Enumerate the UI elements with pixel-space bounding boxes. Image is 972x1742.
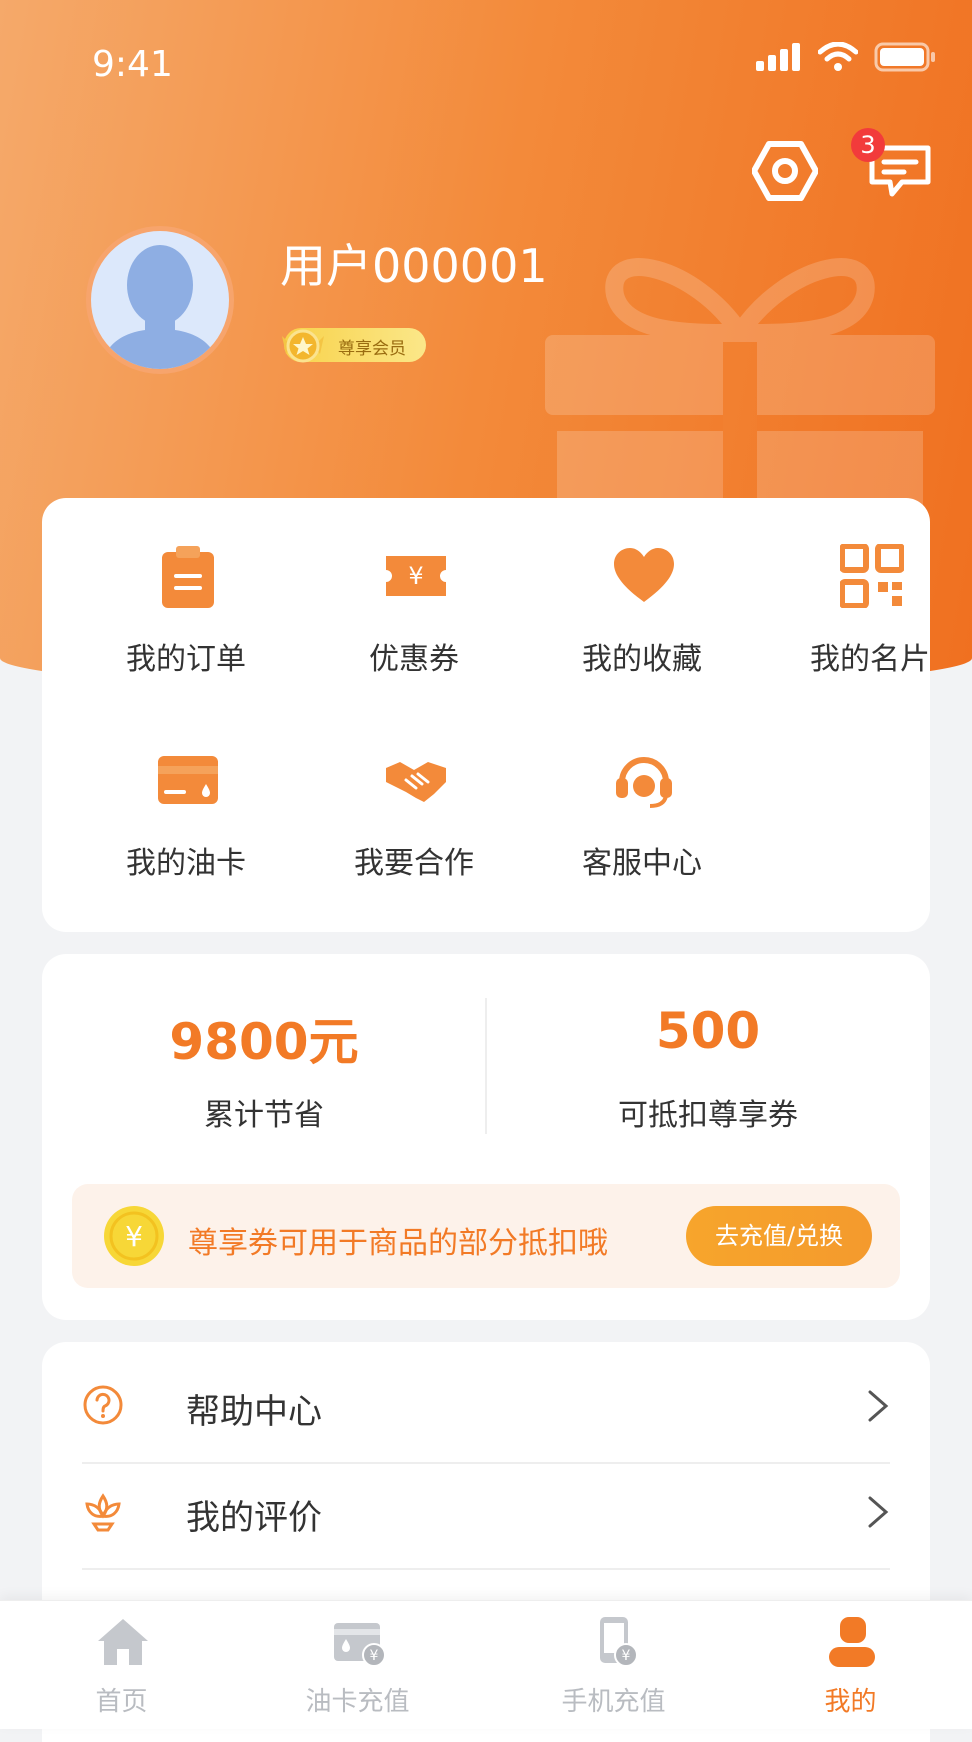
medal-icon bbox=[282, 329, 324, 363]
settings-icon[interactable] bbox=[752, 138, 818, 204]
member-level-label: 尊享会员 bbox=[338, 339, 406, 359]
headset-icon bbox=[616, 757, 672, 808]
username: 用户000001 bbox=[280, 239, 548, 293]
clipboard-icon bbox=[162, 546, 214, 608]
coupon-tip-text: 尊享券可用于商品的部分抵扣哦 bbox=[188, 1226, 608, 1261]
phone-icon: ¥ bbox=[600, 1617, 638, 1667]
chevron-right-icon bbox=[868, 1390, 889, 1422]
tab-fuel-card-recharge[interactable]: ¥ 油卡充值 bbox=[236, 1601, 479, 1729]
grid-item-coupons[interactable]: ¥ 优惠券 bbox=[300, 498, 528, 678]
card-icon bbox=[158, 756, 218, 804]
grid-item-business-card[interactable]: 我的名片 bbox=[756, 498, 972, 678]
grid-item-label: 客服中心 bbox=[582, 846, 702, 881]
tab-label: 首页 bbox=[95, 1687, 148, 1717]
coupon-count-label: 可抵扣尊享券 bbox=[618, 1098, 798, 1133]
grid-item-label: 我的油卡 bbox=[126, 846, 246, 881]
home-icon bbox=[98, 1619, 148, 1665]
grid-item-label: 我要合作 bbox=[354, 846, 474, 881]
message-count-badge: 3 bbox=[851, 128, 885, 162]
fuel-card-icon: ¥ bbox=[334, 1623, 386, 1667]
grid-item-fuel-card[interactable]: 我的油卡 bbox=[72, 702, 300, 882]
grid-item-favorites[interactable]: 我的收藏 bbox=[528, 498, 756, 678]
member-badge[interactable]: 尊享会员 bbox=[282, 328, 426, 363]
bottom-tab-bar: 首页 ¥ 油卡充值 ¥ 手机充值 我的 bbox=[0, 1600, 972, 1729]
status-icons bbox=[756, 42, 936, 72]
grid-item-label: 我的名片 bbox=[810, 642, 930, 677]
grid-item-cooperation[interactable]: 我要合作 bbox=[300, 702, 528, 882]
handshake-icon bbox=[386, 762, 446, 802]
svg-text:¥: ¥ bbox=[408, 562, 423, 590]
tab-home[interactable]: 首页 bbox=[0, 1601, 243, 1729]
status-time: 9:41 bbox=[92, 44, 173, 85]
qrcode-icon bbox=[840, 544, 904, 608]
saved-amount-value: 9800元 bbox=[169, 1013, 359, 1071]
grid-item-customer-service[interactable]: 客服中心 bbox=[528, 702, 756, 882]
list-item-my-reviews[interactable]: 我的评价 bbox=[82, 1458, 890, 1562]
heart-icon bbox=[614, 548, 674, 602]
wifi-icon bbox=[818, 42, 858, 71]
tab-label: 手机充值 bbox=[561, 1687, 666, 1717]
yen-coin-icon: ¥ bbox=[104, 1206, 164, 1266]
coupon-icon: ¥ bbox=[386, 556, 446, 596]
list-item-label: 我的评价 bbox=[186, 1498, 322, 1538]
question-circle-icon bbox=[83, 1385, 123, 1425]
battery-icon bbox=[874, 42, 935, 72]
svg-text:¥: ¥ bbox=[622, 1648, 631, 1664]
list-item-label: 帮助中心 bbox=[186, 1392, 322, 1432]
avatar[interactable] bbox=[86, 226, 234, 374]
user-icon bbox=[829, 1617, 875, 1667]
tab-mine[interactable]: 我的 bbox=[729, 1601, 972, 1729]
shortcut-grid: 我的订单 ¥ 优惠券 我的收藏 我的名片 我的油卡 我要合作 客服中心 bbox=[42, 498, 930, 932]
coupon-count-value: 500 bbox=[655, 1002, 761, 1060]
recharge-exchange-button[interactable]: 去充值/兑换 bbox=[686, 1206, 872, 1266]
user-silhouette-icon bbox=[101, 245, 219, 369]
savings-card: 9800元 累计节省 500 可抵扣尊享券 ¥ 尊享券可用于商品的部分抵扣哦 去… bbox=[42, 954, 930, 1320]
svg-text:¥: ¥ bbox=[125, 1220, 143, 1253]
tab-label: 我的 bbox=[824, 1687, 877, 1717]
list-divider bbox=[82, 1568, 890, 1570]
saved-amount-label: 累计节省 bbox=[204, 1098, 324, 1133]
grid-item-label: 优惠券 bbox=[369, 642, 459, 677]
grid-item-orders[interactable]: 我的订单 bbox=[72, 498, 300, 678]
svg-text:¥: ¥ bbox=[370, 1648, 379, 1664]
chevron-right-icon bbox=[868, 1496, 889, 1528]
coupon-tip-bar: ¥ 尊享券可用于商品的部分抵扣哦 去充值/兑换 bbox=[72, 1184, 900, 1288]
cellular-signal-icon bbox=[756, 43, 800, 71]
tab-phone-recharge[interactable]: ¥ 手机充值 bbox=[492, 1601, 735, 1729]
flower-icon bbox=[85, 1493, 121, 1532]
grid-item-label: 我的订单 bbox=[126, 642, 246, 677]
tab-label: 油卡充值 bbox=[305, 1687, 410, 1717]
grid-item-label: 我的收藏 bbox=[582, 642, 702, 677]
list-item-help-center[interactable]: 帮助中心 bbox=[82, 1352, 890, 1456]
